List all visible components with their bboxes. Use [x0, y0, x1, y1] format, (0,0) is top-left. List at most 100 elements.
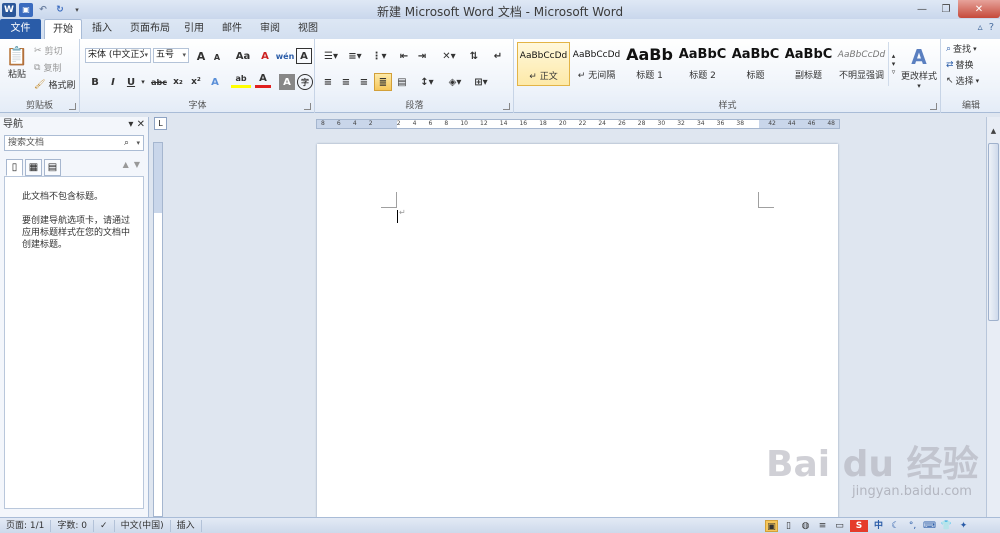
- align-right-button[interactable]: ≡: [356, 74, 372, 90]
- chevron-down-icon[interactable]: ▾: [128, 119, 133, 130]
- headings-view-tab[interactable]: ▯: [6, 159, 23, 176]
- ime-keyboard-icon[interactable]: ⌨: [923, 520, 936, 532]
- sort-button[interactable]: ⇅: [466, 48, 482, 64]
- justify-button[interactable]: ≣: [374, 73, 392, 91]
- change-styles-button[interactable]: A 更改样式 ▾: [899, 42, 939, 92]
- results-view-tab[interactable]: ▤: [44, 159, 61, 176]
- document-page[interactable]: ↵: [317, 144, 838, 517]
- underline-dropdown-icon[interactable]: ▾: [139, 74, 147, 90]
- replace-button[interactable]: ⇄ 替换: [946, 58, 974, 72]
- vertical-ruler[interactable]: [153, 142, 163, 517]
- ime-skin-icon[interactable]: 👕: [940, 520, 953, 532]
- insert-mode-indicator[interactable]: 插入: [171, 519, 202, 532]
- numbering-button[interactable]: ≡▾: [344, 48, 366, 64]
- tab-insert[interactable]: 插入: [84, 19, 120, 39]
- font-launcher-icon[interactable]: [304, 103, 311, 110]
- horizontal-ruler[interactable]: 8 6 4 2 2 4 6 8 10 12 14 16 18 20 22 24 26 28 30 32 34 36 38 42…: [316, 119, 840, 129]
- styles-launcher-icon[interactable]: [930, 103, 937, 110]
- style-item-subtitle[interactable]: AaBbC 副标题: [782, 42, 835, 86]
- shading-button[interactable]: ◈▾: [444, 74, 466, 90]
- tab-view[interactable]: 视图: [290, 19, 326, 39]
- italic-button[interactable]: I: [105, 74, 121, 90]
- outline-view-icon[interactable]: ≡: [816, 520, 829, 532]
- clipboard-launcher-icon[interactable]: [69, 103, 76, 110]
- styles-scroll-buttons[interactable]: ▴ ▾ ▿: [888, 42, 898, 86]
- page-count[interactable]: 页面: 1/1: [0, 519, 52, 532]
- tab-references[interactable]: 引用: [176, 19, 212, 39]
- distributed-button[interactable]: ▤: [394, 74, 410, 90]
- chinese-layout-button[interactable]: ✕▾: [438, 48, 460, 64]
- ime-tools-icon[interactable]: ✦: [957, 520, 970, 532]
- grow-font-button[interactable]: A: [193, 48, 209, 64]
- customize-qat-icon[interactable]: ▾: [70, 3, 84, 17]
- highlight-button[interactable]: ab: [231, 72, 251, 88]
- bullets-button[interactable]: ☰▾: [320, 48, 342, 64]
- copy-button[interactable]: ⧉ 复制: [34, 61, 61, 75]
- bold-button[interactable]: B: [87, 74, 103, 90]
- show-marks-button[interactable]: ↵: [490, 48, 506, 64]
- minimize-button[interactable]: —: [910, 0, 934, 18]
- nav-prev-next-arrows[interactable]: ▲ ▼: [123, 160, 140, 169]
- redo-icon[interactable]: ↻: [53, 3, 67, 17]
- ime-punctuation-icon[interactable]: °,: [906, 520, 919, 532]
- character-border-button[interactable]: A: [296, 48, 312, 64]
- web-layout-icon[interactable]: ◍: [799, 520, 812, 532]
- decrease-indent-button[interactable]: ⇤: [396, 48, 412, 64]
- sogou-ime-icon[interactable]: S: [850, 519, 868, 532]
- ime-moon-icon[interactable]: ☾: [889, 520, 902, 532]
- print-layout-view-icon[interactable]: ▣: [765, 519, 778, 532]
- tab-page-layout[interactable]: 页面布局: [122, 19, 178, 39]
- font-size-dropdown[interactable]: 五号 ▾: [153, 48, 189, 63]
- style-item-subtle-emphasis[interactable]: AaBbCcDd 不明显强调: [835, 42, 888, 86]
- character-shading-button[interactable]: A: [279, 74, 295, 90]
- borders-button[interactable]: ⊞▾: [470, 74, 492, 90]
- style-item-no-spacing[interactable]: AaBbCcDd ↵ 无间隔: [570, 42, 623, 86]
- save-icon[interactable]: ▣: [19, 2, 33, 17]
- minimize-ribbon-icon[interactable]: ▵: [978, 22, 983, 33]
- search-document-input[interactable]: 搜索文档 ⌕ ▾: [4, 135, 144, 151]
- select-button[interactable]: ↖ 选择 ▾: [946, 74, 979, 88]
- strikethrough-button[interactable]: abc: [149, 74, 169, 90]
- style-item-title[interactable]: AaBbC 标题: [729, 42, 782, 86]
- style-item-heading-2[interactable]: AaBbC 标题 2: [676, 42, 729, 86]
- scroll-up-arrow-icon[interactable]: ▲: [987, 127, 1000, 139]
- undo-icon[interactable]: ↶: [36, 3, 50, 17]
- paste-button[interactable]: 📋 粘贴: [4, 42, 30, 84]
- proofing-icon[interactable]: ✓: [94, 519, 115, 532]
- pages-view-tab[interactable]: ▦: [25, 159, 42, 176]
- document-area[interactable]: ↵: [168, 131, 986, 517]
- tab-review[interactable]: 审阅: [252, 19, 288, 39]
- shrink-font-button[interactable]: A: [209, 49, 225, 65]
- style-item-heading-1[interactable]: AaBb 标题 1: [623, 42, 676, 86]
- tab-mailings[interactable]: 邮件: [214, 19, 250, 39]
- format-painter-button[interactable]: 🖌 格式刷: [34, 78, 75, 92]
- tab-home[interactable]: 开始: [44, 19, 82, 39]
- restore-button[interactable]: ❐: [934, 0, 958, 18]
- text-effects-button[interactable]: A: [207, 74, 223, 90]
- tab-selector-button[interactable]: L: [154, 117, 167, 130]
- full-screen-reading-icon[interactable]: ▯: [782, 520, 795, 532]
- word-count[interactable]: 字数: 0: [51, 519, 95, 532]
- cut-button[interactable]: ✂ 剪切: [34, 44, 63, 58]
- font-name-dropdown[interactable]: 宋体 (中文正文) ▾: [85, 48, 151, 63]
- clear-formatting-button[interactable]: A: [257, 48, 273, 64]
- search-icon[interactable]: ⌕: [124, 136, 129, 150]
- tab-file[interactable]: 文件: [0, 19, 41, 39]
- line-spacing-button[interactable]: ↕▾: [416, 74, 438, 90]
- font-color-button[interactable]: A: [255, 72, 271, 88]
- underline-button[interactable]: U: [123, 74, 139, 90]
- close-icon[interactable]: ✕: [137, 119, 145, 130]
- change-case-button[interactable]: Aa: [233, 48, 253, 64]
- close-button[interactable]: ✕: [958, 0, 1000, 18]
- help-icon[interactable]: ?: [989, 22, 994, 33]
- scrollbar-thumb[interactable]: [988, 143, 999, 321]
- align-center-button[interactable]: ≡: [338, 74, 354, 90]
- increase-indent-button[interactable]: ⇥: [414, 48, 430, 64]
- superscript-button[interactable]: x²: [187, 74, 205, 90]
- align-left-button[interactable]: ≡: [320, 74, 336, 90]
- find-button[interactable]: ⌕ 查找 ▾: [946, 42, 977, 56]
- style-item-normal[interactable]: AaBbCcDd ↵ 正文: [517, 42, 570, 86]
- enclose-characters-button[interactable]: 字: [297, 74, 313, 90]
- phonetic-guide-button[interactable]: wén: [276, 48, 295, 64]
- ime-chinese-icon[interactable]: 中: [872, 520, 885, 532]
